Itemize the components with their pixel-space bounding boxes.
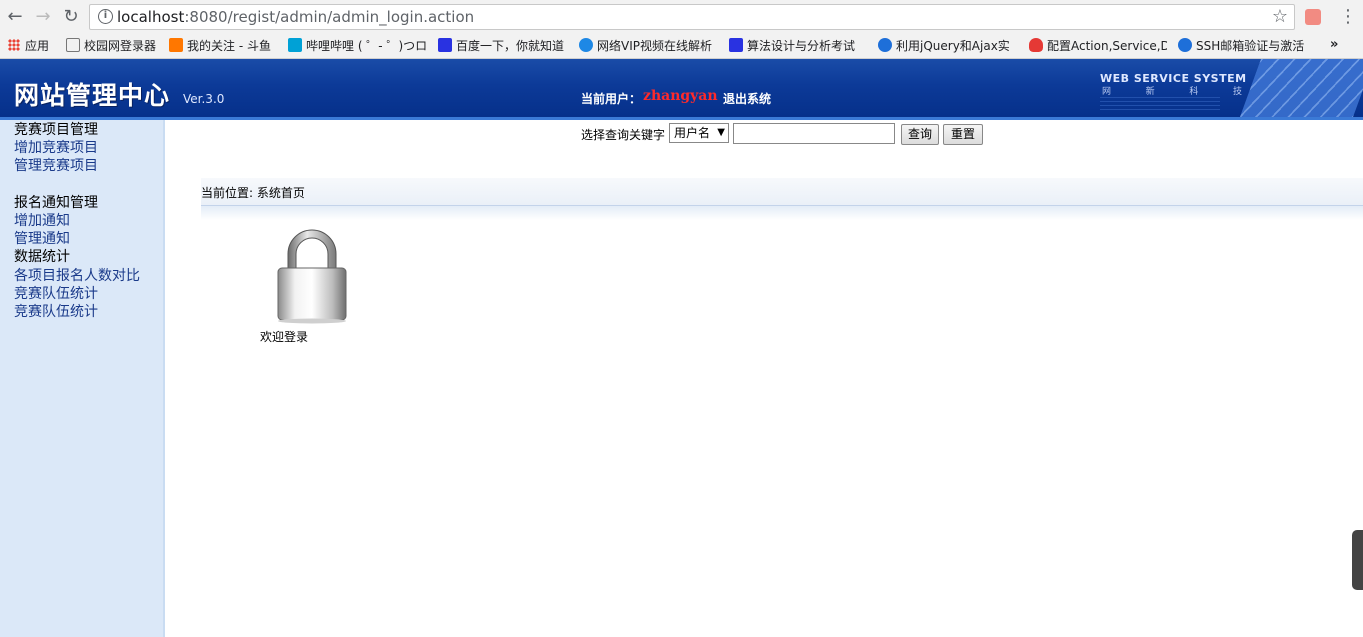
sidebar-item-add-notice[interactable]: 增加通知 [14, 212, 70, 230]
browser-toolbar: ← → ↻ i localhost:8080/regist/admin/admi… [0, 0, 1363, 34]
reset-button[interactable]: 重置 [943, 124, 983, 145]
vip-video-icon [579, 38, 593, 52]
bookmark-item[interactable]: 百度一下，你就知道 [438, 38, 564, 55]
back-arrow-icon[interactable]: ← [4, 6, 26, 28]
extension-icon[interactable] [1305, 9, 1321, 25]
bookmark-item[interactable]: SSH邮箱验证与激活 [1178, 38, 1318, 55]
breadcrumb: 当前位置: 系统首页 [201, 178, 1363, 206]
bookmarks-bar: 应用 校园网登录器 我的关注 - 斗鱼 哔哩哔哩 ( ゜- ゜)つロ 百度一下，… [0, 34, 1363, 59]
bookmark-item[interactable]: 网络VIP视频在线解析 [579, 38, 717, 55]
url-text[interactable]: localhost:8080/regist/admin/admin_login.… [117, 8, 474, 26]
bilibili-icon [288, 38, 302, 52]
bookmark-item[interactable]: 配置Action,Service,D [1029, 38, 1167, 55]
lock-icon [277, 229, 347, 324]
blog-icon [878, 38, 892, 52]
web-service-subtitle: 网 新 科 技 [1102, 87, 1242, 97]
query-button[interactable]: 查询 [901, 124, 939, 145]
sidebar-heading-contest: 竞赛项目管理 [14, 122, 98, 138]
bookmark-item[interactable]: 算法设计与分析考试 [729, 38, 867, 55]
search-field-select[interactable]: 用户名 ▼ [669, 123, 729, 143]
breadcrumb-text: 当前位置: 系统首页 [201, 186, 305, 200]
current-user-label: 当前用户： [581, 92, 642, 106]
site-header: 网站管理中心 Ver.3.0 当前用户： zhangyan 退出系统 WEB S… [0, 59, 1363, 120]
site-version: Ver.3.0 [183, 92, 225, 106]
douyu-icon [169, 38, 183, 52]
header-decoration [1100, 97, 1220, 111]
info-icon[interactable]: i [98, 9, 113, 24]
sidebar-item-team-stats[interactable]: 竞赛队伍统计 [14, 285, 98, 303]
dropdown-caret-icon: ▼ [717, 127, 725, 138]
bookmark-apps[interactable]: 应用 [8, 38, 49, 55]
breadcrumb-shadow [201, 206, 1363, 220]
sidebar-item-team-stats-2[interactable]: 竞赛队伍统计 [14, 303, 98, 321]
blog-icon [1178, 38, 1192, 52]
address-bar[interactable]: i localhost:8080/regist/admin/admin_logi… [89, 4, 1295, 30]
logout-link[interactable]: 退出系统 [723, 90, 771, 107]
page-icon [66, 38, 80, 52]
bookmark-item[interactable]: 校园网登录器 [66, 38, 156, 55]
forward-arrow-icon[interactable]: → [32, 6, 54, 28]
current-user-name: zhangyan [643, 88, 718, 104]
sidebar-item-manage-notice[interactable]: 管理通知 [14, 230, 70, 248]
apps-grid-icon [8, 39, 20, 51]
flame-icon [1029, 38, 1043, 52]
sidebar: 竞赛项目管理 增加竞赛项目 管理竞赛项目 报名通知管理 增加通知 管理通知 数据… [0, 120, 165, 637]
more-bookmarks-icon[interactable]: » [1330, 37, 1338, 52]
baidu-icon [729, 38, 743, 52]
sidebar-item-signup-compare[interactable]: 各项目报名人数对比 [14, 267, 140, 285]
sidebar-heading-stats: 数据统计 [14, 249, 70, 265]
search-label: 选择查询关键字 [581, 128, 666, 142]
bookmark-item[interactable]: 利用jQuery和Ajax实 [878, 38, 1016, 55]
site-logo: 网站管理中心 [14, 81, 171, 110]
keyboard-graphic [1238, 59, 1363, 117]
bookmark-item[interactable]: 哔哩哔哩 ( ゜- ゜)つロ [288, 38, 428, 55]
browser-menu-icon[interactable]: ⋮ [1339, 6, 1357, 28]
sidebar-item-manage-contest[interactable]: 管理竞赛项目 [14, 157, 98, 175]
sidebar-heading-notice: 报名通知管理 [14, 195, 98, 211]
baidu-icon [438, 38, 452, 52]
sidebar-item-add-contest[interactable]: 增加竞赛项目 [14, 139, 98, 157]
scrollbar-thumb[interactable] [1352, 530, 1363, 590]
welcome-text: 欢迎登录 [260, 330, 309, 344]
reload-icon[interactable]: ↻ [60, 6, 82, 28]
bookmark-item[interactable]: 我的关注 - 斗鱼 [169, 38, 271, 55]
bookmark-star-icon[interactable]: ☆ [1272, 6, 1288, 27]
search-input[interactable] [733, 123, 895, 144]
